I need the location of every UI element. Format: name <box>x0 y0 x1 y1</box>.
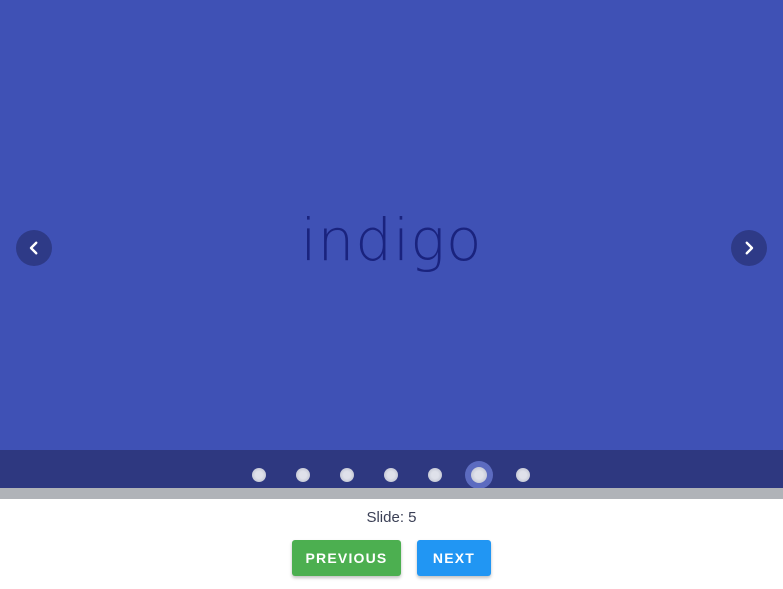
indicator-dot <box>516 468 530 482</box>
next-button[interactable]: NEXT <box>417 540 491 576</box>
chevron-right-icon <box>745 241 754 255</box>
carousel: indigo <box>0 0 783 488</box>
indicator-dot <box>384 468 398 482</box>
indicator-dot <box>296 468 310 482</box>
chevron-left-icon <box>29 241 38 255</box>
slide-indicator-4[interactable] <box>377 461 405 489</box>
slide-indicator-1[interactable] <box>245 461 273 489</box>
slide-indicator-5[interactable] <box>421 461 449 489</box>
slide-indicator-3[interactable] <box>333 461 361 489</box>
indicator-dot <box>471 467 487 483</box>
indicator-dot <box>340 468 354 482</box>
slide-number-label: Slide: 5 <box>366 509 417 526</box>
carousel-prev-arrow[interactable] <box>16 230 52 266</box>
slide-text: indigo <box>300 206 483 274</box>
slide-indicator-6-active[interactable] <box>465 461 493 489</box>
separator-strip <box>0 488 783 499</box>
carousel-next-arrow[interactable] <box>731 230 767 266</box>
indicator-dot <box>428 468 442 482</box>
slide-indicator-7[interactable] <box>509 461 537 489</box>
indicator-dot <box>252 468 266 482</box>
slide-indicator-2[interactable] <box>289 461 317 489</box>
previous-button[interactable]: PREVIOUS <box>292 540 401 576</box>
